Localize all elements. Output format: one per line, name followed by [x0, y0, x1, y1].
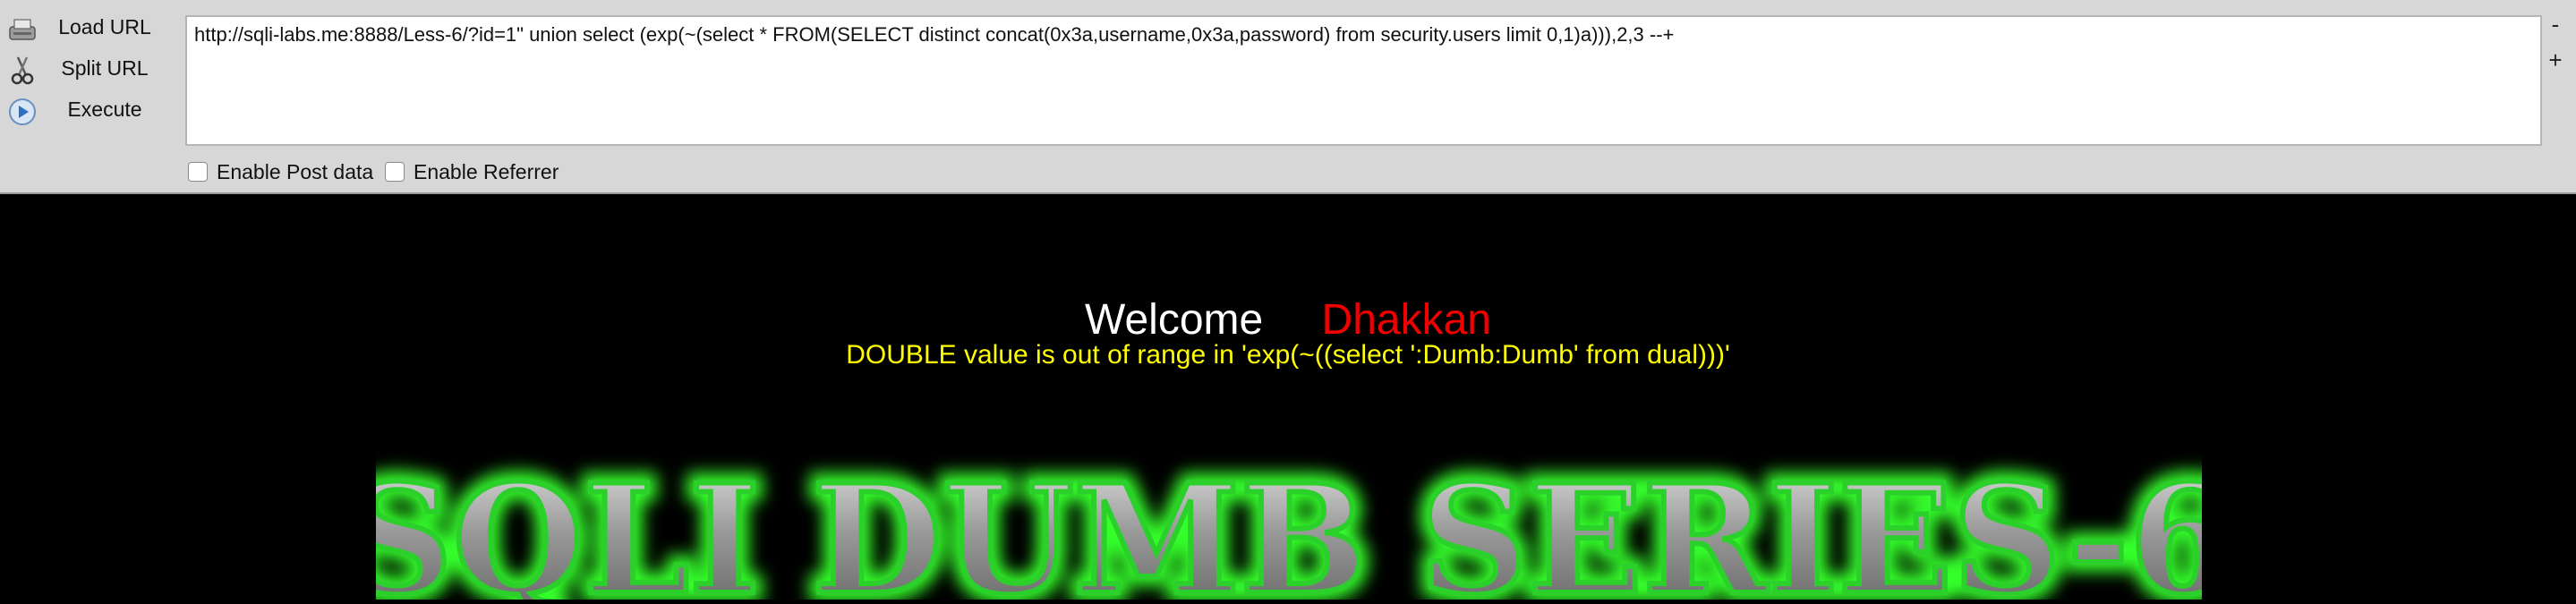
sqli-banner: SQLI DUMB SERIES-6 SQLI DUMB SERIES-6 — [334, 441, 2243, 604]
banner-title: SQLI DUMB SERIES-6 — [376, 451, 2202, 600]
decrease-size-button[interactable]: - — [2546, 13, 2565, 36]
increase-size-button[interactable]: + — [2546, 48, 2565, 72]
load-url-icon — [7, 14, 38, 45]
load-url-label: Load URL — [58, 15, 151, 38]
referrer-checkbox[interactable] — [385, 162, 405, 182]
hackbar-toolbar: Load URL Split URL Execute http://sqli-l… — [0, 0, 2576, 194]
play-icon — [7, 97, 38, 127]
post-data-label: Enable Post data — [217, 160, 374, 183]
referrer-label: Enable Referrer — [414, 160, 559, 183]
url-input[interactable]: http://sqli-labs.me:8888/Less-6/?id=1" u… — [185, 15, 2542, 146]
execute-button[interactable]: Execute — [0, 91, 179, 131]
post-data-checkbox[interactable] — [188, 162, 208, 182]
scissors-icon — [7, 55, 38, 86]
load-url-button[interactable]: Load URL — [0, 9, 179, 48]
welcome-message: Welcome Dhakkan — [0, 295, 2576, 345]
sql-error-message: DOUBLE value is out of range in 'exp(~((… — [846, 340, 1730, 370]
welcome-text: Welcome — [1085, 296, 1264, 344]
user-name: Dhakkan — [1321, 296, 1491, 344]
split-url-button[interactable]: Split URL — [0, 50, 179, 89]
split-url-label: Split URL — [61, 56, 149, 80]
execute-label: Execute — [67, 98, 142, 121]
